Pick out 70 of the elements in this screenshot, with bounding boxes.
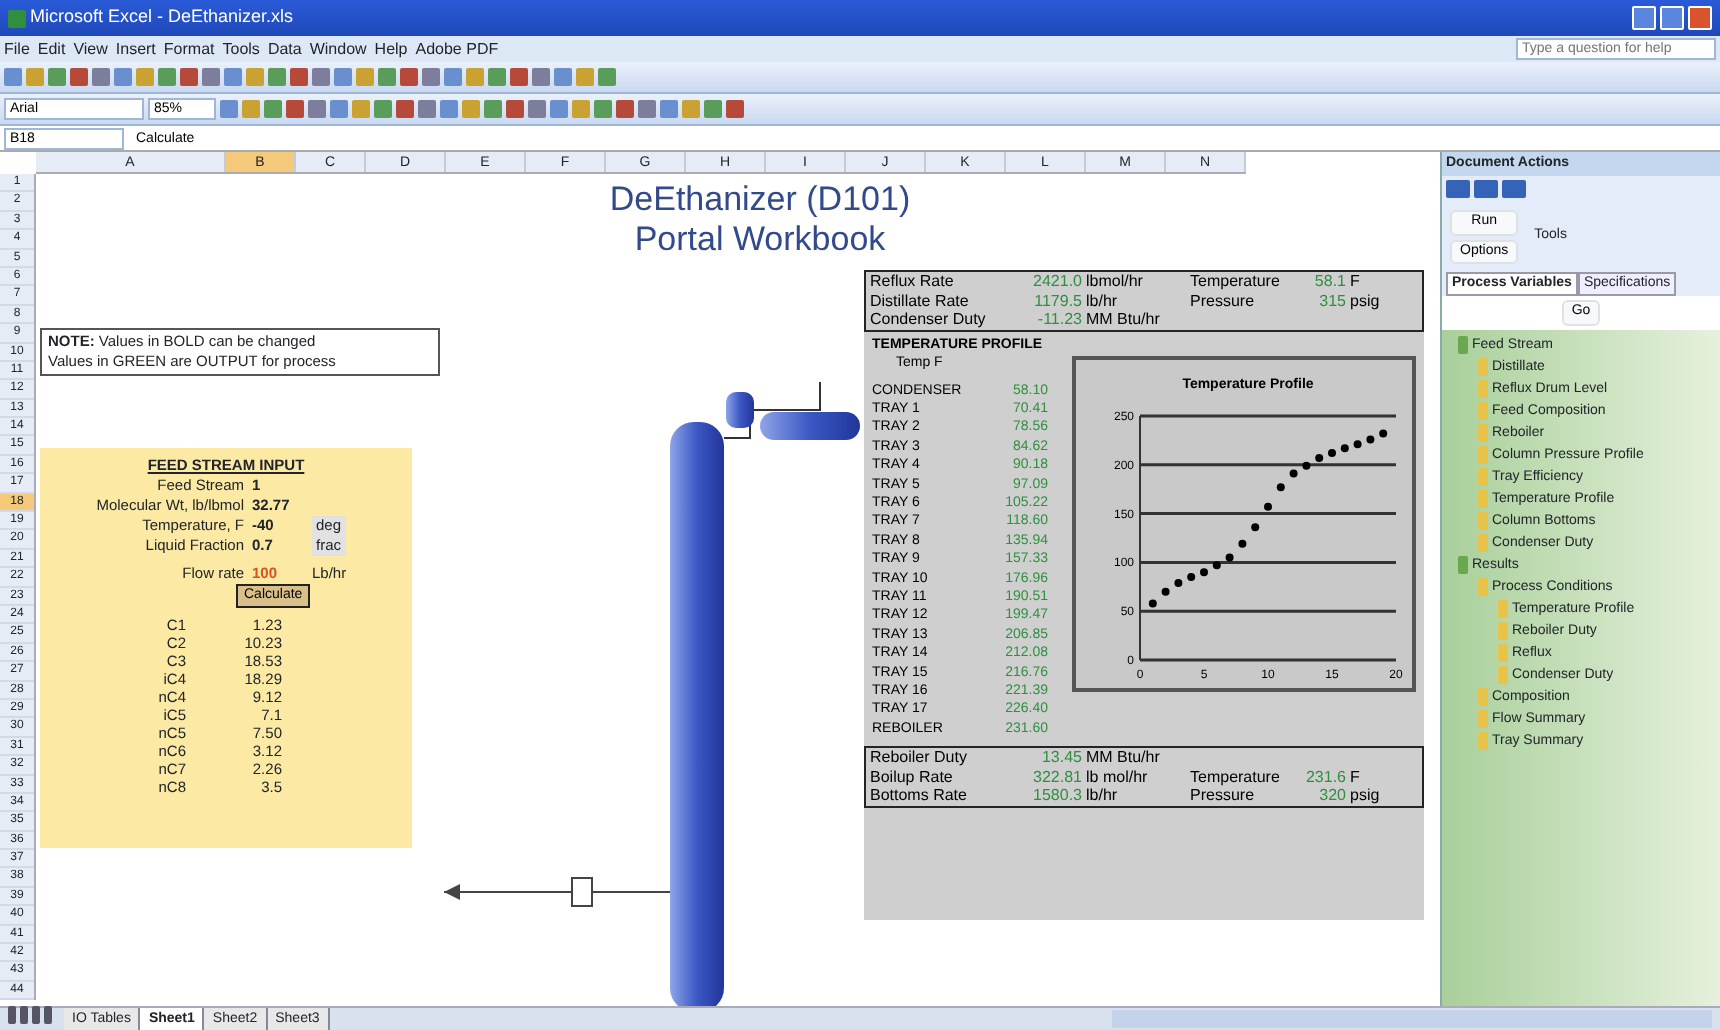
data-point — [1366, 434, 1375, 443]
data-point — [1289, 468, 1298, 477]
data-point — [1302, 460, 1311, 469]
output-value: 13.45 — [1039, 748, 1084, 768]
output-label: lb/hr — [1086, 291, 1118, 310]
output-label: Distillate Rate — [870, 291, 971, 310]
maximize-button[interactable] — [1660, 6, 1684, 30]
data-point — [1200, 567, 1208, 576]
sheet-subtitle: Portal Workbook — [632, 220, 888, 260]
data-point — [1174, 577, 1183, 586]
window-title: Microsoft Excel - DeEthanizer.xls — [30, 4, 294, 31]
output-value: 315 — [1317, 291, 1348, 310]
output-value: 322.81 — [1031, 767, 1084, 787]
output-value: 2421.0 — [1031, 272, 1084, 291]
output-label: MM Btu/hr — [1086, 748, 1162, 768]
app-icon — [8, 9, 26, 27]
data-point — [1276, 482, 1285, 491]
menu-item[interactable]: View — [73, 37, 108, 61]
menu-item[interactable]: Data — [267, 37, 302, 61]
output-label: psig — [1350, 786, 1382, 806]
horizontal-scrollbar[interactable] — [1112, 1010, 1712, 1028]
data-point — [1225, 552, 1234, 561]
output-label: MM Btu/hr — [1086, 310, 1162, 329]
output-label: lb/hr — [1086, 786, 1120, 806]
menu-item[interactable]: Adobe PDF — [415, 37, 499, 61]
data-point — [1264, 501, 1272, 510]
close-button[interactable] — [1688, 6, 1712, 30]
data-point — [1379, 428, 1388, 437]
output-label: F — [1350, 272, 1362, 291]
menu-item[interactable]: Insert — [115, 37, 156, 61]
menu-item[interactable]: Window — [309, 37, 367, 61]
output-label: Reflux Rate — [870, 272, 956, 291]
data-point — [1353, 439, 1362, 448]
output-label: Temperature — [1190, 272, 1282, 291]
menu-item[interactable]: Tools — [222, 37, 260, 61]
output-label: Pressure — [1190, 786, 1257, 806]
output-label: Boilup Rate — [870, 767, 955, 787]
data-point — [1328, 448, 1336, 457]
output-value: 58.1 — [1312, 272, 1348, 291]
output-value: 1179.5 — [1032, 291, 1084, 310]
data-point — [1161, 586, 1170, 595]
data-point — [1238, 538, 1247, 547]
output-label: lb mol/hr — [1086, 767, 1150, 787]
pane-toolbar-icon[interactable] — [1474, 180, 1498, 198]
output-label: Condenser Duty — [870, 310, 988, 329]
menu-item[interactable]: Format — [163, 37, 215, 61]
output-label: Bottoms Rate — [870, 786, 969, 806]
data-point — [1212, 560, 1221, 569]
pane-toolbar-icon[interactable] — [1446, 180, 1470, 198]
minimize-button[interactable] — [1632, 6, 1656, 30]
output-value: 231.6 — [1303, 767, 1348, 787]
data-point — [1315, 452, 1324, 461]
data-point — [1251, 522, 1260, 531]
output-label: Temperature — [1190, 767, 1282, 787]
output-value: 1580.3 — [1031, 786, 1084, 806]
menu-item[interactable]: Edit — [37, 37, 66, 61]
data-point — [1340, 443, 1349, 452]
sheet-title: DeEthanizer (D101) — [607, 180, 913, 220]
data-point — [1187, 572, 1196, 581]
output-value: 320 — [1317, 786, 1348, 806]
output-label: psig — [1350, 291, 1382, 310]
output-label: Pressure — [1190, 291, 1257, 310]
output-label: lbmol/hr — [1086, 272, 1145, 291]
output-label: F — [1350, 767, 1362, 787]
output-label: Reboiler Duty — [870, 748, 969, 768]
menu-item[interactable]: Help — [374, 37, 408, 61]
output-value: -11.23 — [1035, 310, 1084, 329]
menu-item[interactable]: File — [4, 37, 30, 61]
data-point — [1148, 598, 1157, 607]
pane-toolbar-icon[interactable] — [1502, 180, 1526, 198]
